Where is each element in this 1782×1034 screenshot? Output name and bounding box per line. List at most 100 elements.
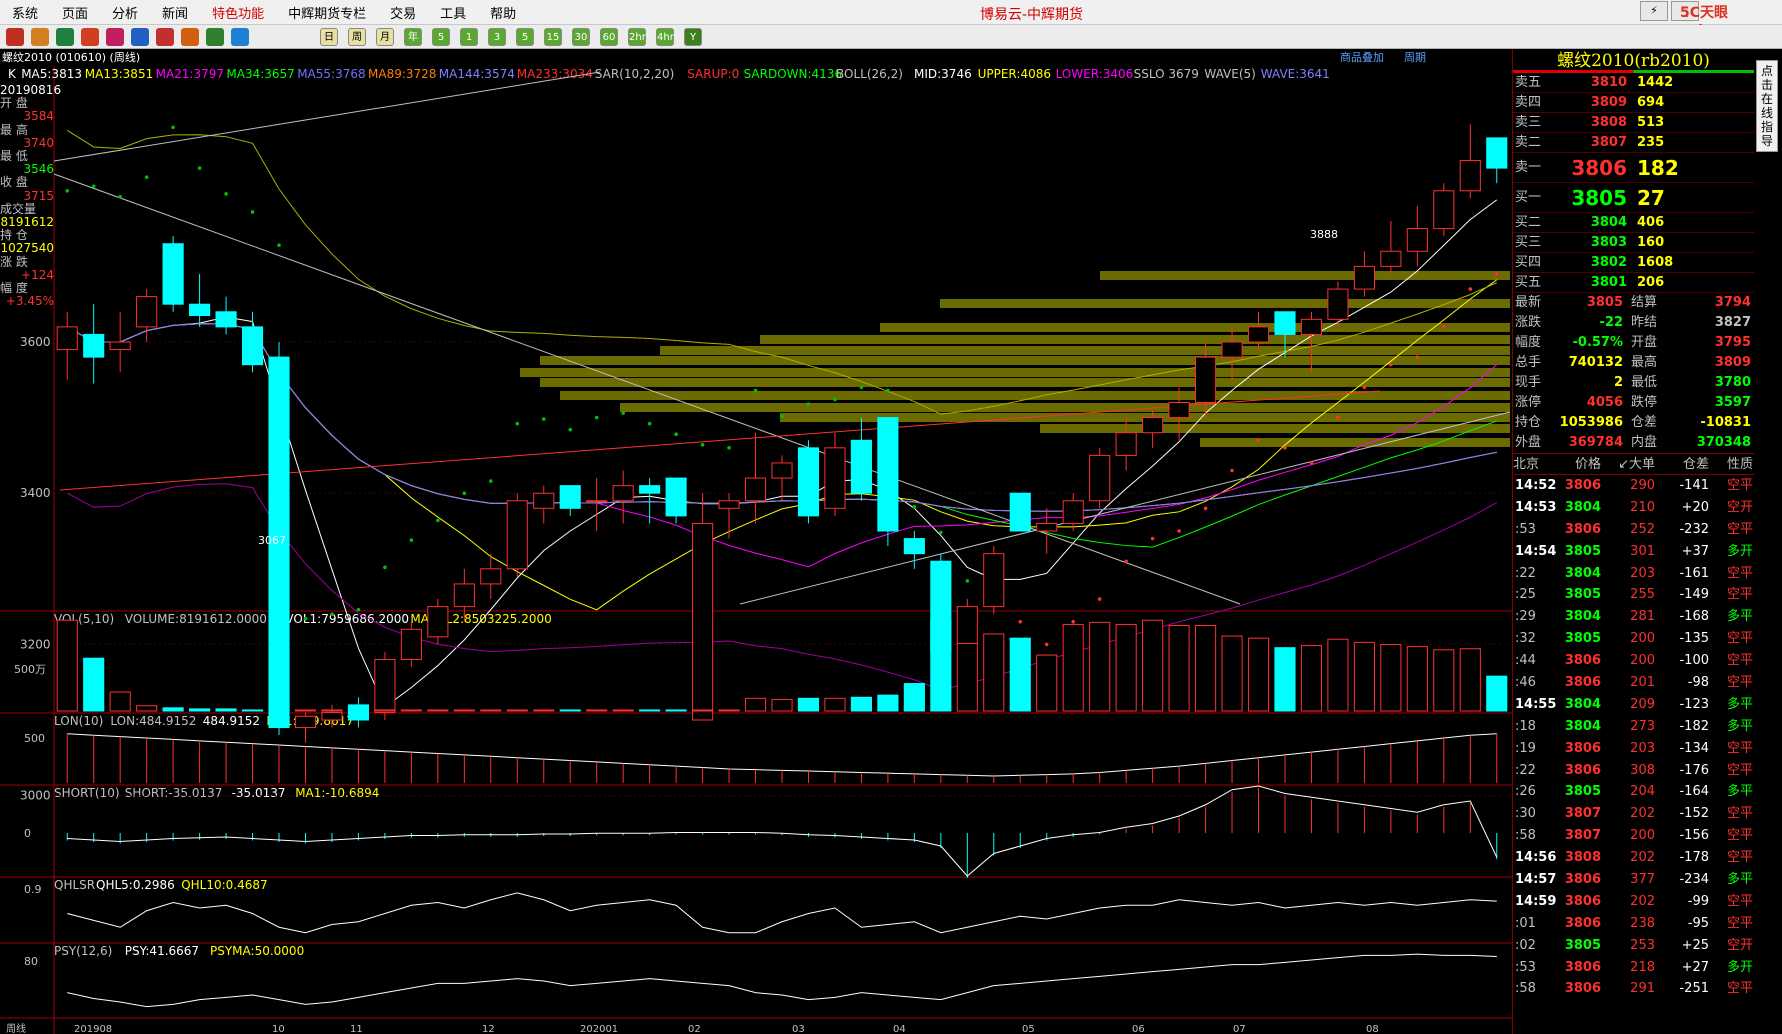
toolbar: 日周月年 5 1 3 5 15 30 60 2hr 4hr Y [0,25,1782,49]
menu-item[interactable]: 页面 [50,3,100,22]
order-volume: 1608 [1637,255,1674,270]
menu-item[interactable]: 分析 [100,3,150,22]
order-row[interactable]: 买一 3805 27 [1513,183,1754,213]
app-title: 博易云-中辉期货 [980,7,1084,23]
period-icon[interactable]: 30 [572,28,590,46]
period-icon[interactable]: 2hr [628,28,646,46]
online-guide-tab[interactable]: 点击在线指导 [1756,60,1778,152]
trade-type: 空平 [1726,850,1753,866]
period-icon[interactable]: 3 [488,28,506,46]
candle-body [850,439,872,494]
trade-volume: 218 [1630,959,1655,975]
trade-volume: 377 [1630,872,1655,888]
trade-price: 3805 [1564,784,1601,800]
menu-item[interactable]: 工具 [428,3,478,22]
period-icon[interactable]: 周 [348,28,366,46]
candle-body [903,538,925,555]
trade-price: 3804 [1564,718,1601,734]
tool-icon[interactable] [56,28,74,46]
trade-time: :01 [1515,915,1536,931]
order-row[interactable]: 卖四 3809 694 [1513,93,1754,113]
menu-item[interactable]: 新闻 [150,3,200,22]
tool-icon[interactable] [181,28,199,46]
flash-icon[interactable]: ⚡ [1640,1,1668,21]
volume-bar [1168,625,1190,712]
menu-item[interactable]: 特色功能 [200,3,276,22]
volume-bar [1406,646,1428,712]
period-icon[interactable]: 4hr [656,28,674,46]
period-icon[interactable]: 15 [544,28,562,46]
x-tick: 07 [1233,1024,1246,1034]
volume-bar [1142,619,1164,712]
indicator-label: SARDOWN:4136 [744,67,843,81]
stat-row: 持仓 1053986 仓差 -10831 [1513,413,1754,433]
trade-row: :22 3804 203 -161 空平 [1513,563,1754,585]
x-tick: 202001 [580,1024,618,1034]
x-tick: 08 [1366,1024,1379,1034]
menu-item[interactable]: 交易 [378,3,428,22]
candle-body [1115,432,1137,456]
trade-list[interactable]: 14:52 3806 290 -141 空平 14:53 3804 210 +20 空开:53 38… [1513,475,1754,1000]
period-link[interactable]: 周期 [1404,49,1426,65]
tool-icon[interactable] [6,28,24,46]
period-icon[interactable]: 1 [460,28,478,46]
tool-icon[interactable] [31,28,49,46]
volume-bar [956,642,978,712]
period-icon[interactable]: Y [684,28,702,46]
tool-icon[interactable] [206,28,224,46]
trade-price: 3806 [1564,893,1601,909]
candle-body [1247,326,1270,343]
period-icon[interactable]: 年 [404,28,422,46]
lon-tick: 500 [24,732,45,745]
tool-icon[interactable] [231,28,249,46]
trade-price: 3806 [1564,521,1601,537]
trade-time: :22 [1515,762,1536,778]
trade-row: 14:52 3806 290 -141 空平 [1513,475,1754,497]
candle-body [1062,500,1084,524]
order-row[interactable]: 买三 3803 160 [1513,233,1754,253]
menu-item[interactable]: 帮助 [478,3,528,22]
sar-dot [965,579,970,583]
order-row[interactable]: 买四 3802 1608 [1513,253,1754,273]
overlay-link[interactable]: 商品叠加 [1340,49,1384,65]
trade-volume: 200 [1630,828,1655,844]
order-row[interactable]: 卖三 3808 513 [1513,113,1754,133]
trade-price: 3806 [1564,653,1601,669]
tool-icon[interactable] [131,28,149,46]
sar-dot [1256,438,1261,443]
volume-bar [1009,637,1031,712]
volume-profile-bar [1040,424,1510,433]
order-row[interactable]: 卖一 3806 182 [1513,153,1754,183]
candle-body [109,341,131,351]
tool-icon[interactable] [81,28,99,46]
order-row[interactable]: 买二 3804 406 [1513,213,1754,233]
period-icon[interactable]: 5 [432,28,450,46]
stat-row: 外盘 369784 内盘 370348 [1513,433,1754,453]
kline-chart[interactable]: K MA5:3813 MA13:3851 MA21:3797 MA34:3657 MA55… [0,66,1512,1034]
period-icon[interactable]: 60 [600,28,618,46]
period-icon[interactable]: 月 [376,28,394,46]
trade-row: :44 3806 200 -100 空平 [1513,650,1754,672]
period-icon[interactable]: 日 [320,28,338,46]
trade-type: 空平 [1726,478,1753,493]
candle-body [1380,250,1402,267]
trade-time: :32 [1515,631,1536,647]
trade-oi-change: -152 [1679,806,1709,822]
stat-row: 幅度 -0.57% 开盘 3795 [1513,333,1754,353]
trade-type: 多平 [1726,872,1753,888]
period-icon[interactable]: 5 [516,28,534,46]
order-row[interactable]: 卖二 3807 235 [1513,133,1754,153]
order-row[interactable]: 买五 3801 206 [1513,273,1754,293]
tool-icon[interactable] [106,28,124,46]
candle-body [374,659,396,713]
trade-oi-change: -176 [1679,762,1709,778]
sar-dot [647,421,652,426]
menu-item[interactable]: 中辉期货专栏 [276,3,378,22]
indicator-label: K [8,67,17,81]
trade-time: :02 [1515,937,1536,953]
sar-dot [1336,415,1340,420]
trade-type: 多开 [1726,959,1753,975]
tool-icon[interactable] [156,28,174,46]
menu-item[interactable]: 系统 [0,3,50,22]
order-row[interactable]: 卖五 3810 1442 [1513,73,1754,93]
